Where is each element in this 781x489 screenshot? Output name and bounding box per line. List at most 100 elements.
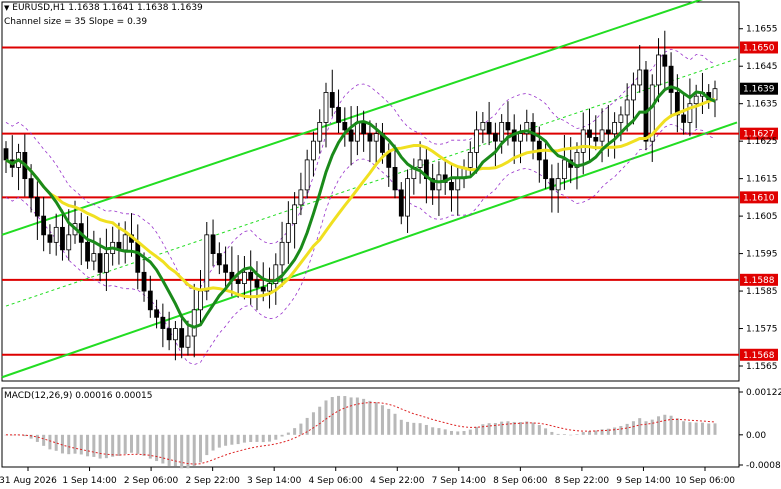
macd-bar: [638, 418, 642, 435]
candle-body: [681, 114, 687, 123]
macd-bar: [261, 434, 265, 443]
macd-bar: [180, 434, 184, 469]
candle-body: [41, 215, 47, 236]
candle-body: [637, 69, 643, 86]
macd-bar: [525, 421, 529, 435]
candle-body: [103, 253, 109, 273]
x-tick-label: 1 Sep 14:00: [62, 476, 117, 486]
candle-body: [505, 122, 511, 131]
macd-bar: [669, 415, 673, 435]
level-price-label: 1.1568: [743, 351, 775, 361]
macd-bar: [368, 400, 372, 435]
macd-bar: [48, 434, 52, 450]
macd-bar: [142, 434, 146, 456]
macd-bar: [663, 414, 667, 435]
y-tick-label: 1.1575: [746, 325, 778, 335]
candle-body: [147, 290, 153, 311]
candle-body: [392, 166, 398, 191]
candle-body: [612, 122, 618, 135]
macd-bar: [581, 432, 585, 435]
macd-bar: [349, 397, 353, 435]
x-tick-label: 7 Sep 14:00: [432, 476, 487, 486]
macd-bar: [537, 424, 541, 435]
macd-bar: [173, 434, 177, 467]
x-tick-label: 3 Sep 14:00: [247, 476, 302, 486]
macd-bar: [613, 427, 617, 435]
candle-body: [85, 241, 90, 262]
y-tick-label: 1.1635: [746, 100, 778, 110]
candle-body: [562, 159, 567, 180]
candle-body: [173, 328, 178, 341]
candle-body: [285, 223, 291, 243]
macd-bar: [111, 434, 115, 457]
macd-bar: [481, 424, 485, 435]
candle-body: [122, 234, 128, 251]
macd-bar: [707, 423, 711, 435]
macd-bar: [42, 434, 46, 446]
candle-body: [405, 178, 410, 217]
macd-bar: [443, 429, 447, 435]
macd-bar: [487, 423, 491, 435]
candle-body: [599, 129, 605, 142]
candle-body: [304, 159, 310, 191]
candle-body: [693, 95, 699, 105]
macd-bar: [324, 400, 328, 435]
candle-body: [373, 133, 379, 142]
macd-bar: [462, 431, 466, 435]
candle-body: [417, 159, 423, 168]
candle-body: [486, 122, 492, 135]
candle-body: [97, 253, 103, 273]
y-tick-label: 1.1565: [746, 362, 778, 372]
macd-bar: [631, 421, 635, 435]
price-chart[interactable]: 1.16501.16271.16101.15881.1568 1.16551.1…: [0, 0, 781, 489]
macd-bar: [205, 434, 209, 456]
candle-body: [191, 309, 197, 337]
macd-bar: [73, 434, 77, 454]
macd-bar: [224, 434, 228, 446]
candle-body: [398, 189, 404, 217]
macd-bar: [675, 418, 679, 435]
level-price-label: 1.1610: [743, 193, 775, 203]
candle-body: [605, 129, 611, 135]
macd-bar: [393, 413, 397, 435]
candle-body: [66, 234, 72, 251]
macd-bar: [86, 434, 90, 457]
macd-bar: [387, 408, 391, 435]
macd-bar: [129, 434, 133, 453]
macd-bar: [236, 434, 240, 445]
candle-body: [323, 92, 329, 123]
candle-body: [543, 159, 548, 180]
candle-body: [480, 122, 486, 131]
candle-body: [91, 253, 97, 262]
time-axis: 31 Aug 2026 1 Sep 14:00 2 Sep 06:00 2 Sep 2…: [0, 467, 735, 486]
macd-bar: [493, 423, 497, 435]
macd-bar: [562, 434, 566, 435]
macd-tick-label: 0.00122: [746, 388, 781, 398]
macd-bar: [412, 422, 416, 435]
candle-body: [210, 234, 216, 254]
candle-body: [279, 241, 285, 266]
y-tick-label: 1.1655: [746, 25, 778, 35]
candle-body: [179, 328, 185, 348]
y-tick-label: 1.1595: [746, 250, 778, 260]
candle-body: [204, 234, 210, 292]
macd-bar: [136, 434, 140, 454]
candle-body: [342, 122, 348, 131]
macd-bar: [380, 405, 384, 435]
macd-bar: [700, 422, 704, 435]
x-tick-label: 2 Sep 22:00: [185, 476, 240, 486]
macd-bar: [569, 434, 573, 436]
macd-bar: [230, 434, 234, 445]
macd-bar: [355, 397, 359, 435]
candle-body: [292, 204, 298, 225]
macd-bar: [606, 428, 610, 435]
candle-body: [242, 271, 247, 284]
macd-bar: [531, 422, 535, 435]
macd-bar: [688, 422, 692, 435]
macd-bar: [79, 434, 83, 455]
macd-bar: [161, 434, 165, 464]
macd-bar: [424, 424, 428, 435]
candle-body: [499, 122, 505, 142]
macd-bar: [330, 397, 334, 435]
macd-bar: [117, 434, 121, 456]
